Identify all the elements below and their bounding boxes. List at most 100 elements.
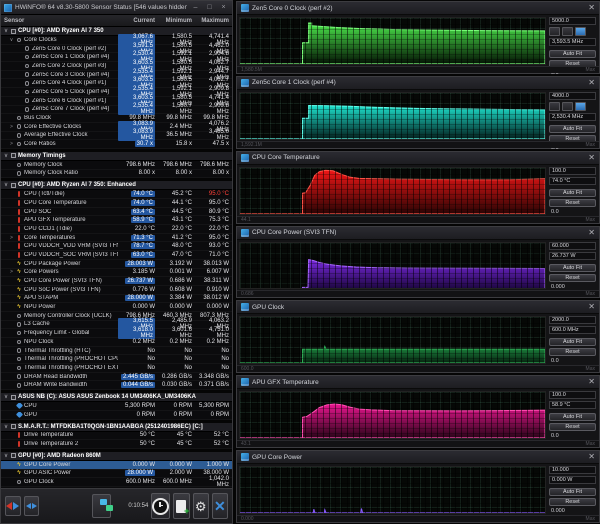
graph-titlebar[interactable]: Zen5 Core 0 Clock (perf #2)✕ [237,2,599,15]
sensor-row[interactable]: >ϟCore Powers3.185 W0.001 W6.007 W [1,269,232,278]
graph-titlebar[interactable]: APU GFX Temperature✕ [237,376,599,389]
sensor-row[interactable]: ϟGPU Core Power0.000 W0.000 W1.000 W [1,461,232,470]
auto-fit-button[interactable]: Auto Fit [549,189,596,197]
reset-button[interactable]: Reset [549,348,596,356]
sensor-row[interactable]: Thermal Throttling (PROCHOT CPU)NoNoNo [1,355,232,364]
sensor-row[interactable]: APU GFX Temperature58.9 °C43.1 °C75.3 °C [1,216,232,225]
remote-sensors-button[interactable] [92,494,111,518]
clock-icon [16,374,22,379]
sensor-row[interactable]: CPU Core Temperature74.0 °C44.1 °C95.0 °… [1,199,232,208]
sensor-row[interactable]: ϟCPU SoC Power (SVI3 TFN)0.776 W0.608 W0… [1,286,232,295]
expand-arrow-icon[interactable]: > [9,124,14,130]
collapse-chevron-icon[interactable]: ∨ [3,153,9,159]
section-header[interactable]: ∨Memory Timings [1,152,232,161]
reset-button[interactable]: Reset [549,498,596,506]
graph-titlebar[interactable]: GPU Clock✕ [237,301,599,314]
reset-button[interactable]: Reset [549,199,596,207]
sensor-row[interactable]: Drive Temperature 250 °C45 °C52 °C [1,440,232,449]
sensor-row[interactable]: CPU (Tctl/Tdie)74.0 °C45.2 °C95.0 °C [1,190,232,199]
auto-fit-button[interactable]: Auto Fit [549,264,596,272]
minimum-value: 0.000 W [158,304,195,310]
section-header[interactable]: ∨GPU [#0]: AMD Radeon 860M [1,452,232,461]
reset-button[interactable]: Reset [549,274,596,282]
sensor-row[interactable]: GPU Clock600.0 MHz600.0 MHz1,042.0 MHz [1,478,232,487]
sensor-row[interactable]: ϟNPU Power0.000 W0.000 W0.000 W [1,303,232,312]
expand-arrow-icon[interactable]: > [9,269,14,275]
sensor-row[interactable]: NPU Clock0.2 MHz0.2 MHz0.2 MHz [1,338,232,347]
graph-close-icon[interactable]: ✕ [588,303,595,311]
section-header[interactable]: ∨S.M.A.R.T.: MTFDKBA1T0QGN-1BN1AABGA (25… [1,423,232,432]
scale-max-value: 100.0 [549,167,596,175]
graph-titlebar[interactable]: GPU Core Power✕ [237,451,599,464]
section-header[interactable]: ∨CPU [#0]: AMD Ryzen AI 7 350: Enhanced [1,181,232,190]
auto-fit-button[interactable]: Auto Fit [549,413,596,421]
sensor-row[interactable]: Memory Clock Ratio8.00 x8.00 x8.00 x [1,170,232,179]
sensor-name: GPU ASIC Power [24,470,71,476]
sensor-row[interactable]: ϟCPU Package Power28.003 W3.192 W38.013 … [1,260,232,269]
expand-arrow-icon[interactable]: ∨ [9,37,14,43]
minimize-button[interactable]: – [190,2,201,13]
graph-close-icon[interactable]: ✕ [588,154,595,162]
reset-button[interactable]: Reset [549,423,596,431]
sensor-row[interactable]: ϟAPU STAPM28.000 W3.384 W38.012 W [1,295,232,304]
graph-style-button-2[interactable] [562,102,573,111]
sensor-row[interactable]: Thermal Throttling (HTC)NoNoNo [1,347,232,356]
reset-minmax-button[interactable] [5,496,21,516]
column-minimum[interactable]: Minimum [158,18,195,24]
close-button[interactable]: × [218,2,229,13]
column-current[interactable]: Current [118,18,158,24]
auto-fit-button[interactable]: Auto Fit [549,488,596,496]
auto-fit-button[interactable]: Auto Fit [549,50,596,58]
sensor-row[interactable]: CPU CCD1 (Tdie)22.0 °C22.0 °C22.0 °C [1,225,232,234]
graph-close-icon[interactable]: ✕ [588,4,595,12]
graph-close-icon[interactable]: ✕ [588,378,595,386]
collapse-chevron-icon[interactable]: ∨ [3,424,9,430]
sensor-row[interactable]: Frequency Limit - Global3,618.0 MHz3,601… [1,329,232,338]
sensor-row[interactable]: DRAM Read Bandwidth2.445 GB/s0.286 GB/s3… [1,373,232,382]
close-sensors-button[interactable]: ✕ [212,493,228,519]
section-header[interactable]: ∨ASUS NB (C): ASUS ASUS Zenbook 14 UM340… [1,393,232,402]
settings-button[interactable]: ⚙ [193,493,209,519]
collapse-chevron-icon[interactable]: ∨ [3,453,9,459]
sensor-row[interactable]: GPU0 RPM0 RPM0 RPM [1,411,232,420]
sensor-row[interactable]: >Core Ratios30.7 x15.8 x47.5 x [1,140,232,149]
sensor-row[interactable]: Memory Clock798.6 MHz798.6 MHz798.6 MHz [1,161,232,170]
column-sensor[interactable]: Sensor [1,18,118,24]
sensor-name: Zen5c Core 7 Clock (perf #4) [32,106,109,112]
expand-arrow-icon[interactable]: > [9,235,14,241]
sensor-row[interactable]: Thermal Throttling (PROCHOT EXT)NoNoNo [1,364,232,373]
sensor-row[interactable]: >Core Temperatures71.3 °C41.2 °C95.0 °C [1,234,232,243]
expand-arrow-icon[interactable]: > [9,141,14,147]
maximize-button[interactable]: □ [204,2,215,13]
sensor-row[interactable]: CPU5,300 RPM0 RPM5,300 RPM [1,402,232,411]
collapse-chevron-icon[interactable]: ∨ [3,28,9,34]
sensor-row[interactable]: CPU VDDCR_VDD VRM (SVI3 TFN)78.7 °C48.0 … [1,242,232,251]
sensor-row[interactable]: Drive Temperature50 °C45 °C52 °C [1,432,232,441]
sensor-row[interactable]: ϟCPU Core Power (SVI3 TFN)26.737 W0.686 … [1,277,232,286]
sensor-row[interactable]: Zen5c Core 7 Clock (perf #4)2,535.4 MHz1… [1,106,232,115]
clock-settings-button[interactable] [151,493,170,519]
graph-titlebar[interactable]: CPU Core Power (SVI3 TFN)✕ [237,227,599,240]
graph-close-icon[interactable]: ✕ [588,79,595,87]
graph-style-button-1[interactable] [549,27,560,36]
sensor-row[interactable]: CPU VDDCR_SOC VRM (SVI3 TFN)63.0 °C47.0 … [1,251,232,260]
graph-style-button-2[interactable] [562,27,573,36]
sensor-row[interactable]: CPU SOC63.4 °C44.5 °C80.9 °C [1,208,232,217]
graph-titlebar[interactable]: CPU Core Temperature✕ [237,152,599,165]
graph-close-icon[interactable]: ✕ [588,453,595,461]
window-titlebar[interactable]: HWiNFO® 64 v8.30-5800 Sensor Status [546… [1,1,232,15]
graph-style-button-3[interactable] [575,27,586,36]
collapse-chevron-icon[interactable]: ∨ [3,182,9,188]
collapse-chevron-icon[interactable]: ∨ [3,394,9,400]
graph-style-button-1[interactable] [549,102,560,111]
collapse-columns-button[interactable] [24,496,40,516]
logging-button[interactable] [173,493,189,519]
graph-style-button-3[interactable] [575,102,586,111]
auto-fit-button[interactable]: Auto Fit [549,338,596,346]
column-maximum[interactable]: Maximum [195,18,232,24]
graph-close-icon[interactable]: ✕ [588,229,595,237]
sensor-row[interactable]: DRAM Write Bandwidth0.044 GB/s0.030 GB/s… [1,381,232,390]
sensor-row[interactable]: Average Effective Clock3,083.9 MHz36.5 M… [1,132,232,141]
graph-titlebar[interactable]: Zen5c Core 1 Clock (perf #4)✕ [237,77,599,90]
auto-fit-button[interactable]: Auto Fit [549,125,596,133]
